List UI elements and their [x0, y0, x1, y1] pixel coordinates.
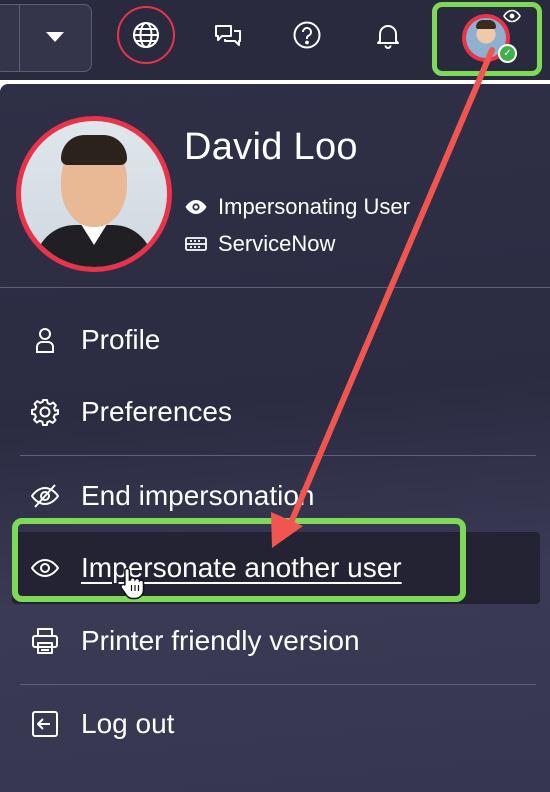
menu-item-preferences[interactable]: Preferences	[20, 384, 540, 440]
profile-photo	[21, 121, 167, 267]
menu-item-label: Preferences	[81, 396, 232, 427]
company-row: ServiceNow	[184, 231, 335, 257]
menu-item-label: Printer friendly version	[81, 625, 360, 656]
company-icon	[185, 237, 207, 251]
gear-icon	[30, 397, 60, 427]
profile-divider	[0, 287, 550, 288]
profile-avatar	[16, 116, 172, 272]
menu-item-log-out[interactable]: Log out	[20, 696, 540, 752]
scope-dropdown[interactable]	[0, 4, 92, 72]
company-name: ServiceNow	[218, 231, 336, 256]
menu-item-printer-friendly[interactable]: Printer friendly version	[20, 613, 540, 669]
online-status-icon: ✓	[498, 44, 517, 63]
photo-hair	[61, 135, 127, 165]
chevron-down-icon[interactable]	[46, 32, 64, 42]
profile-name: David Loo	[184, 126, 358, 168]
eye-icon	[185, 200, 207, 214]
person-icon	[30, 325, 60, 355]
menu-item-profile[interactable]: Profile	[20, 312, 540, 368]
logout-icon	[30, 709, 60, 739]
printer-icon	[30, 626, 60, 656]
impersonate-highlight-box	[12, 518, 466, 602]
menu-divider	[20, 684, 536, 685]
chat-icon[interactable]	[213, 20, 243, 50]
eye-off-icon	[30, 481, 60, 511]
help-icon[interactable]	[292, 20, 322, 50]
impersonation-status: Impersonating User	[184, 194, 410, 220]
globe-icon[interactable]	[131, 20, 161, 50]
dropdown-divider	[19, 5, 20, 71]
top-header-bar: ✓	[0, 0, 550, 80]
menu-item-end-impersonation[interactable]: End impersonation	[20, 468, 540, 524]
impersonation-status-text: Impersonating User	[218, 194, 410, 219]
menu-item-label: Log out	[81, 708, 175, 739]
menu-divider	[20, 455, 536, 456]
bell-icon[interactable]	[373, 20, 403, 50]
menu-item-label: End impersonation	[81, 480, 315, 511]
menu-item-label: Profile	[81, 324, 161, 355]
hand-cursor-icon	[120, 567, 145, 600]
impersonation-eye-icon	[503, 9, 521, 23]
